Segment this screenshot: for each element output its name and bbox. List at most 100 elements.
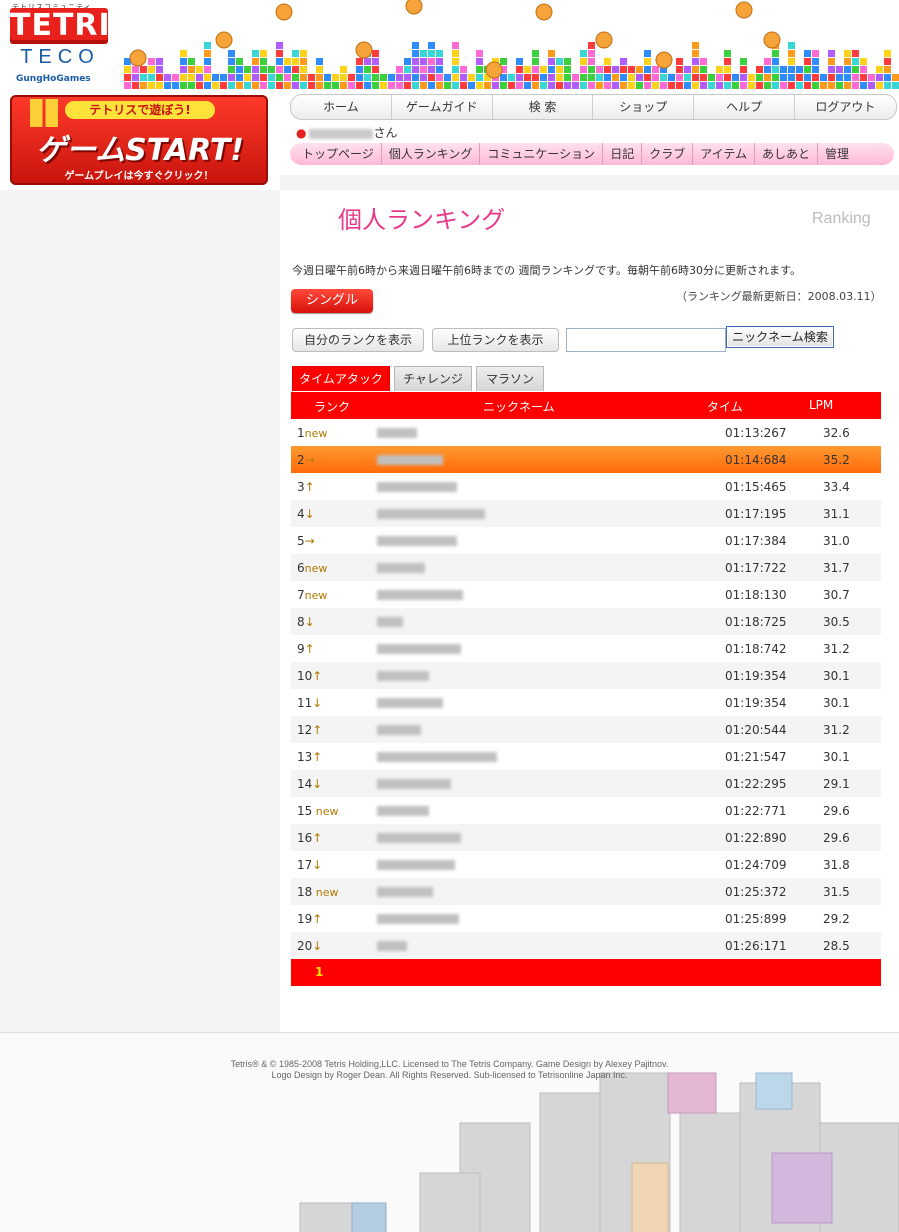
- table-row: 11↓ 01:19:354 30.1: [291, 689, 881, 716]
- rank-change: new: [304, 562, 328, 575]
- rank-change: new: [304, 427, 328, 440]
- nav-logout[interactable]: ログアウト: [795, 95, 896, 119]
- tetris-block: [196, 74, 203, 81]
- nav-search[interactable]: 検 索: [493, 95, 594, 119]
- nickname-blurred-link[interactable]: [377, 455, 443, 465]
- tetris-block: [364, 58, 371, 65]
- nickname-blurred-link[interactable]: [377, 779, 451, 789]
- table-row: 10↑ 01:19:354 30.1: [291, 662, 881, 689]
- nickname-blurred-link[interactable]: [377, 590, 463, 600]
- tetris-block: [820, 74, 827, 81]
- single-mode-button[interactable]: シングル: [291, 289, 373, 313]
- tetris-block: [764, 74, 771, 81]
- game-start-banner[interactable]: テトリスで遊ぼう! ゲームSTART! ゲームプレイは今すぐクリック！: [10, 95, 268, 185]
- nickname-blurred-link[interactable]: [377, 536, 457, 546]
- tetris-block: [316, 82, 323, 89]
- tetris-block: [380, 82, 387, 89]
- table-row: 17↓ 01:24:709 31.8: [291, 851, 881, 878]
- subnav-club[interactable]: クラブ: [642, 143, 694, 165]
- row-lpm: 29.6: [823, 804, 850, 818]
- tetris-block: [460, 82, 467, 89]
- subnav-diary[interactable]: 日記: [603, 143, 643, 165]
- tetris-block: [820, 82, 827, 89]
- tetris-block: [308, 74, 315, 81]
- tetris-block: [436, 58, 443, 65]
- nickname-blurred-link[interactable]: [377, 617, 403, 627]
- tab-marathon[interactable]: マラソン: [476, 366, 544, 391]
- nav-game-guide[interactable]: ゲームガイド: [392, 95, 493, 119]
- tetris-block: [812, 74, 819, 81]
- tetris-block: [220, 82, 227, 89]
- nickname-blurred-link[interactable]: [377, 887, 433, 897]
- tetris-block: [876, 82, 883, 89]
- tetris-block: [500, 74, 507, 81]
- subnav-communication[interactable]: コミュニケーション: [480, 143, 604, 165]
- table-body: 1new 01:13:267 32.6 2→ 01:14:684 35.2 3↑ 01:15:…: [291, 419, 881, 959]
- tetris-block: [740, 58, 747, 65]
- user-suffix: さん: [373, 126, 398, 140]
- tetris-block: [292, 74, 299, 81]
- nickname-blurred-link[interactable]: [377, 563, 425, 573]
- tetris-block: [516, 66, 523, 73]
- tetris-block: [692, 58, 699, 65]
- nickname-blurred-link[interactable]: [377, 671, 429, 681]
- tetris-block: [708, 74, 715, 81]
- subnav-ranking[interactable]: 個人ランキング: [382, 143, 481, 165]
- tetris-block: [692, 42, 699, 49]
- tetris-block: [676, 58, 683, 65]
- nickname-blurred-link[interactable]: [377, 752, 497, 762]
- tetris-block: [292, 82, 299, 89]
- subnav-item[interactable]: アイテム: [693, 143, 756, 165]
- row-time: 01:22:890: [725, 831, 787, 845]
- tetris-block: [492, 82, 499, 89]
- show-top-rank-button[interactable]: 上位ランクを表示: [432, 328, 559, 352]
- nav-help[interactable]: ヘルプ: [694, 95, 795, 119]
- tab-challenge[interactable]: チャレンジ: [394, 366, 472, 391]
- table-row: 6new 01:17:722 31.7: [291, 554, 881, 581]
- tetris-block: [428, 66, 435, 73]
- row-rank: 3↑: [297, 480, 315, 494]
- tetris-block: [404, 74, 411, 81]
- show-my-rank-button[interactable]: 自分のランクを表示: [292, 328, 424, 352]
- row-lpm: 31.8: [823, 858, 850, 872]
- tetris-block: [644, 58, 651, 65]
- nickname-blurred-link[interactable]: [377, 482, 457, 492]
- tetris-block: [588, 74, 595, 81]
- nav-home[interactable]: ホーム: [291, 95, 392, 119]
- tetris-logo[interactable]: テトリスコミュニティ TETRIS TECO GungHoGames: [4, 2, 132, 88]
- nickname-blurred-link[interactable]: [377, 914, 459, 924]
- tetris-block: [324, 74, 331, 81]
- nickname-blurred-link[interactable]: [377, 428, 417, 438]
- row-rank: 18 new: [297, 885, 339, 899]
- nav-shop[interactable]: ショップ: [593, 95, 695, 119]
- tab-time-attack[interactable]: タイムアタック: [292, 366, 390, 391]
- tetris-block: [500, 82, 507, 89]
- rank-change: ↑: [304, 480, 315, 494]
- tetris-block: [164, 82, 171, 89]
- nickname-blurred-link[interactable]: [377, 644, 461, 654]
- username-blurred[interactable]: [309, 128, 374, 139]
- tetris-block: [772, 50, 779, 57]
- tetris-block: [284, 66, 291, 73]
- nickname-blurred-link[interactable]: [377, 725, 421, 735]
- nickname-search-button[interactable]: ニックネーム検索: [726, 326, 834, 348]
- nickname-blurred-link[interactable]: [377, 698, 443, 708]
- subnav-top[interactable]: トップページ: [290, 143, 382, 165]
- nickname-blurred-link[interactable]: [377, 806, 429, 816]
- row-lpm: 31.1: [823, 507, 850, 521]
- nickname-search-input[interactable]: [566, 328, 726, 352]
- tetris-block: [780, 74, 787, 81]
- nickname-blurred-link[interactable]: [377, 860, 455, 870]
- subnav-manage[interactable]: 管理: [818, 143, 856, 165]
- tetris-block: [788, 50, 795, 57]
- rank-change: ↓: [312, 858, 323, 872]
- tetris-block: [844, 58, 851, 65]
- nickname-blurred-link[interactable]: [377, 509, 485, 519]
- nickname-blurred-link[interactable]: [377, 833, 461, 843]
- subnav-footprints[interactable]: あしあと: [755, 143, 819, 165]
- page-link[interactable]: 1: [315, 965, 323, 979]
- tetris-block: [276, 82, 283, 89]
- nickname-blurred-link[interactable]: [377, 941, 407, 951]
- rank-change: →: [304, 453, 315, 467]
- tetris-block: [724, 82, 731, 89]
